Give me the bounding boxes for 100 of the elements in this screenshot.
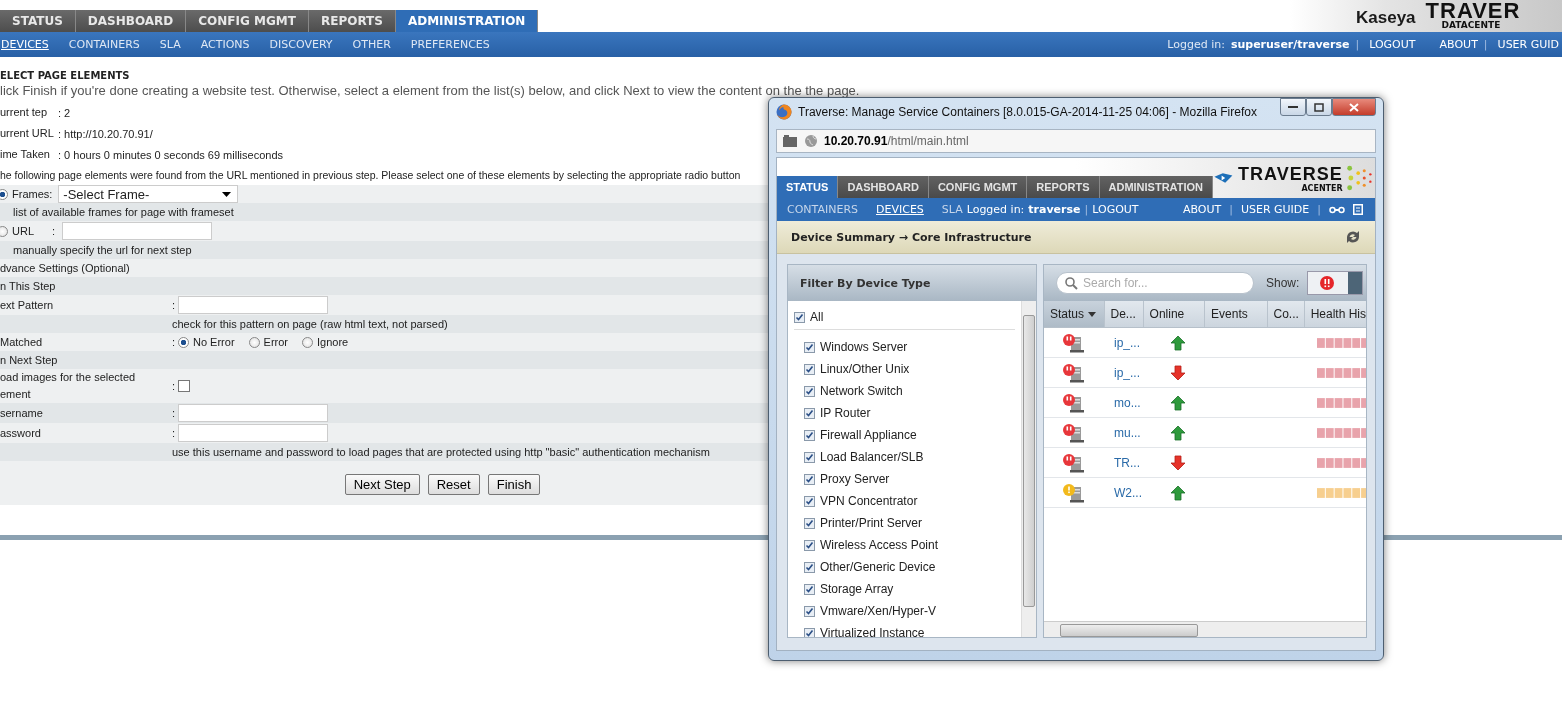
refresh-icon[interactable] bbox=[1345, 230, 1361, 244]
colon-text: : bbox=[172, 407, 177, 419]
nav-link[interactable]: DEVICES bbox=[1, 38, 49, 51]
nav-tab[interactable]: REPORTS bbox=[308, 10, 396, 32]
header-link[interactable]: USER GUID bbox=[1497, 38, 1559, 51]
device-link[interactable]: mu... bbox=[1114, 425, 1141, 440]
checkbox[interactable] bbox=[804, 341, 815, 353]
column-header[interactable]: Online bbox=[1143, 301, 1206, 327]
url-field[interactable] bbox=[62, 222, 212, 240]
nav-link[interactable]: CONTAINERS bbox=[68, 38, 140, 51]
browser-logo-icon bbox=[776, 104, 792, 120]
form-button[interactable]: Next Step bbox=[344, 474, 420, 495]
document-icon[interactable] bbox=[1353, 204, 1363, 215]
separator-text: | bbox=[1229, 203, 1233, 216]
radio-button[interactable] bbox=[0, 225, 8, 237]
text-field[interactable] bbox=[178, 404, 328, 422]
checkbox[interactable] bbox=[804, 429, 815, 441]
checkbox[interactable] bbox=[804, 605, 815, 617]
checkbox-label: Storage Array bbox=[820, 582, 894, 596]
checkbox[interactable] bbox=[178, 380, 190, 392]
column-header[interactable]: Events bbox=[1205, 301, 1268, 327]
checkbox-label: Virtualized Instance bbox=[820, 626, 925, 637]
header-link[interactable]: ABOUT bbox=[1182, 203, 1222, 216]
column-header[interactable]: Health His bbox=[1304, 301, 1366, 327]
checkbox-label: Windows Server bbox=[820, 340, 908, 354]
checkbox[interactable] bbox=[804, 495, 815, 507]
info-label: urrent tep bbox=[0, 105, 49, 120]
username-text: traverse bbox=[1028, 203, 1081, 216]
checkbox[interactable] bbox=[804, 561, 815, 573]
section-label: n This Step bbox=[0, 280, 56, 292]
text-field[interactable] bbox=[178, 424, 328, 442]
checkbox[interactable] bbox=[794, 311, 805, 323]
info-value: : http://10.20.70.91/ bbox=[58, 127, 153, 140]
scrollbar[interactable] bbox=[1044, 621, 1366, 637]
device-link[interactable]: W2... bbox=[1114, 485, 1142, 500]
nav-tab[interactable]: ADMINISTRATION bbox=[1099, 176, 1213, 198]
checkbox-label: Network Switch bbox=[820, 384, 903, 398]
nav-tab[interactable]: DASHBOARD bbox=[75, 10, 187, 32]
device-link[interactable]: mo... bbox=[1114, 395, 1141, 410]
checkbox[interactable] bbox=[804, 517, 815, 529]
nav-tab[interactable]: ADMINISTRATION bbox=[395, 10, 539, 32]
device-link[interactable]: ip_... bbox=[1114, 335, 1140, 350]
brand-logo: Kaseya bbox=[1356, 8, 1416, 28]
separator-text: | bbox=[1355, 38, 1360, 51]
header-link[interactable]: LOGOUT bbox=[1369, 38, 1416, 51]
checkbox[interactable] bbox=[804, 473, 815, 485]
checkbox[interactable] bbox=[804, 451, 815, 463]
page-icon bbox=[782, 134, 798, 148]
radio-button[interactable] bbox=[248, 336, 260, 348]
logo-tagline: ACENTER bbox=[1301, 183, 1343, 193]
nav-tab[interactable]: STATUS bbox=[0, 10, 76, 32]
device-link[interactable]: ip_... bbox=[1114, 365, 1140, 380]
minimize-button[interactable] bbox=[1280, 98, 1306, 116]
radio-button[interactable] bbox=[178, 336, 189, 348]
checkbox-label: IP Router bbox=[820, 406, 871, 420]
checkbox[interactable] bbox=[804, 627, 815, 637]
maximize-button[interactable] bbox=[1306, 98, 1332, 116]
key-icon[interactable] bbox=[1329, 205, 1345, 214]
address-field[interactable]: 10.20.70.91/html/main.html bbox=[776, 129, 1376, 153]
header-link[interactable]: ABOUT bbox=[1439, 38, 1478, 51]
nav-link[interactable]: PREFERENCES bbox=[410, 38, 490, 51]
header-link[interactable]: LOGOUT bbox=[1092, 203, 1139, 216]
radio-button[interactable] bbox=[302, 336, 313, 348]
checkbox[interactable] bbox=[804, 407, 815, 419]
option-label: URL bbox=[12, 225, 35, 237]
checkbox[interactable] bbox=[804, 583, 815, 595]
text-field[interactable] bbox=[178, 296, 328, 314]
alert-filter-button[interactable] bbox=[1307, 271, 1364, 295]
device-link[interactable]: TR... bbox=[1114, 455, 1140, 470]
checkbox-label: VPN Concentrator bbox=[820, 494, 918, 508]
close-button[interactable] bbox=[1332, 98, 1376, 116]
logged-in-label: Logged in: bbox=[1167, 38, 1225, 51]
checkbox[interactable] bbox=[804, 385, 815, 397]
checkbox[interactable] bbox=[804, 363, 815, 375]
checkbox[interactable] bbox=[804, 539, 815, 551]
header-link[interactable]: USER GUIDE bbox=[1240, 203, 1310, 216]
column-header[interactable]: Co... bbox=[1267, 301, 1305, 327]
nav-tab[interactable]: DASHBOARD bbox=[838, 176, 929, 198]
nav-tab[interactable]: CONFIG MGMT bbox=[928, 176, 1028, 198]
form-button[interactable]: Finish bbox=[487, 474, 541, 495]
nav-link[interactable]: SLA bbox=[159, 38, 181, 51]
nav-tab[interactable]: STATUS bbox=[777, 176, 839, 198]
column-header[interactable]: Status bbox=[1044, 301, 1105, 327]
nav-link[interactable]: DEVICES bbox=[876, 203, 924, 216]
nav-link[interactable]: OTHER bbox=[352, 38, 391, 51]
section-label: n Next Step bbox=[0, 354, 58, 366]
nav-tab[interactable]: REPORTS bbox=[1027, 176, 1100, 198]
nav-link[interactable]: ACTIONS bbox=[200, 38, 250, 51]
frame-dropdown[interactable]: -Select Frame- bbox=[58, 185, 239, 203]
form-button[interactable]: Reset bbox=[427, 474, 480, 495]
separator-text: | bbox=[1317, 203, 1321, 216]
hint-text: use this username and password to load pages that are protected using http "basic" authentication mechanism bbox=[171, 446, 710, 458]
radio-button[interactable] bbox=[0, 188, 8, 200]
column-header[interactable]: De... bbox=[1104, 301, 1144, 327]
nav-link[interactable]: SLA bbox=[941, 203, 963, 216]
nav-link[interactable]: DISCOVERY bbox=[269, 38, 333, 51]
checkbox-label: Wireless Access Point bbox=[820, 538, 939, 552]
nav-link[interactable]: CONTAINERS bbox=[787, 203, 858, 216]
nav-tab[interactable]: CONFIG MGMT bbox=[186, 10, 309, 32]
scrollbar[interactable] bbox=[1021, 301, 1036, 637]
